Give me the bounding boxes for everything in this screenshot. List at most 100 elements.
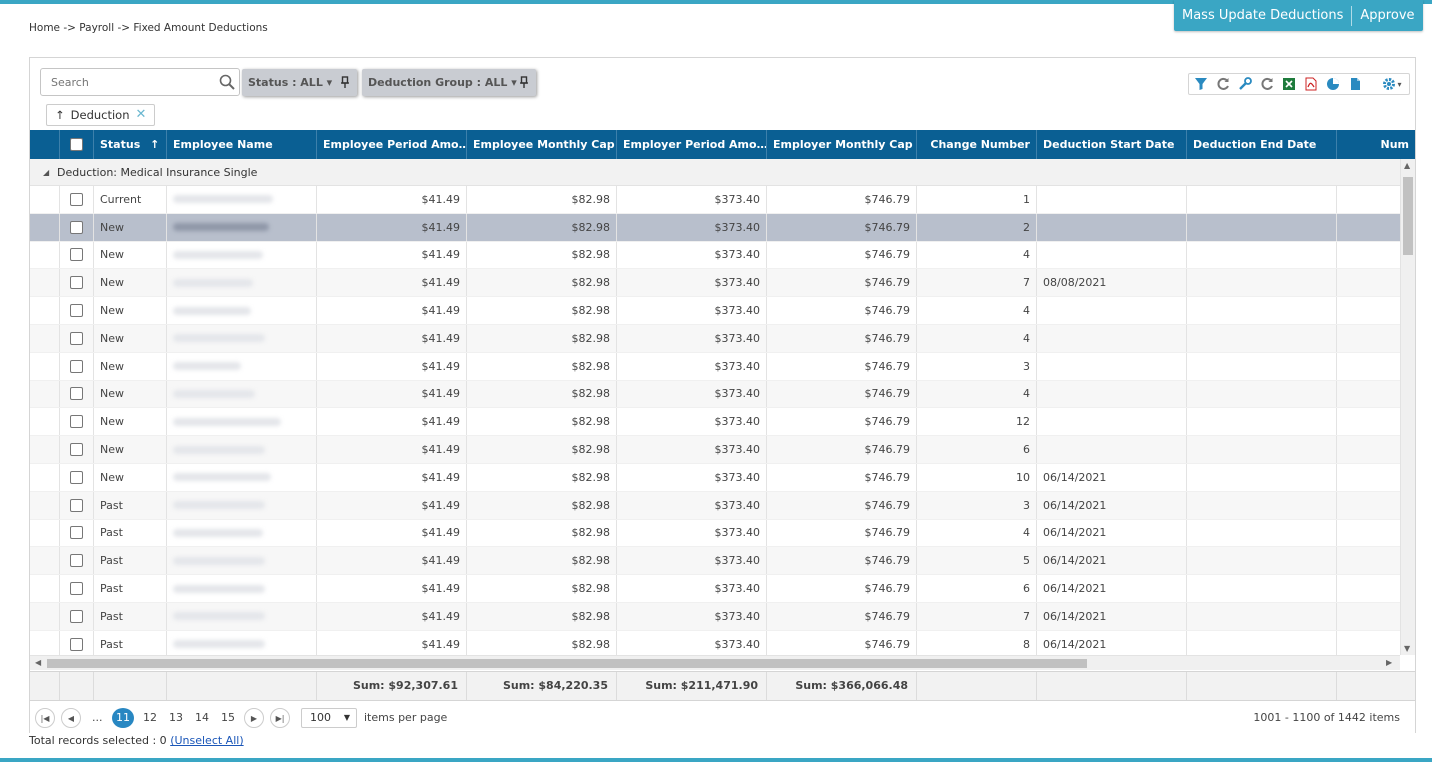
- table-row[interactable]: Past $41.49 $82.98 $373.40 $746.79 3 06/14/202…: [30, 491, 1400, 520]
- table-row[interactable]: New $41.49 $82.98 $373.40 $746.79 2: [30, 213, 1400, 242]
- row-checkbox[interactable]: [70, 582, 83, 596]
- row-select-cell: [59, 325, 93, 352]
- scroll-left-icon[interactable]: ◀: [35, 658, 41, 667]
- row-checkbox[interactable]: [70, 331, 83, 345]
- scroll-down-icon[interactable]: ▼: [1404, 644, 1410, 653]
- employee-monthly-cap-cell: $82.98: [466, 297, 616, 324]
- vertical-scrollbar[interactable]: ▲ ▼: [1400, 159, 1415, 655]
- employer-monthly-cap-cell: $746.79: [766, 436, 916, 463]
- column-header-employer-monthly-cap[interactable]: Employer Monthly Cap: [766, 130, 916, 159]
- deduction-start-date-cell: [1036, 213, 1186, 241]
- page-button-active[interactable]: 11: [112, 708, 134, 728]
- search-input[interactable]: [49, 69, 219, 95]
- scroll-right-icon[interactable]: ▶: [1386, 658, 1392, 667]
- row-checkbox[interactable]: [70, 637, 83, 651]
- scroll-up-icon[interactable]: ▲: [1404, 161, 1410, 170]
- search-icon[interactable]: [219, 74, 235, 90]
- table-row[interactable]: Past $41.49 $82.98 $373.40 $746.79 8 06/14/202…: [30, 630, 1400, 655]
- row-checkbox[interactable]: [70, 415, 83, 429]
- horizontal-scrollbar[interactable]: ◀ ▶: [30, 655, 1400, 670]
- row-checkbox[interactable]: [70, 387, 83, 401]
- table-row[interactable]: New $41.49 $82.98 $373.40 $746.79 4: [30, 241, 1400, 270]
- table-row[interactable]: Past $41.49 $82.98 $373.40 $746.79 4 06/14/202…: [30, 519, 1400, 548]
- close-icon[interactable]: ✕: [136, 105, 147, 125]
- select-all-checkbox[interactable]: [70, 138, 83, 151]
- approve-button[interactable]: Approve: [1352, 0, 1422, 31]
- deduction-group-filter-chip[interactable]: Deduction Group : ALL ▾: [362, 69, 536, 96]
- employee-name-cell: [166, 269, 316, 297]
- mass-update-deductions-button[interactable]: Mass Update Deductions: [1174, 0, 1351, 31]
- unselect-all-link[interactable]: (Unselect All): [170, 734, 243, 747]
- table-row[interactable]: New $41.49 $82.98 $373.40 $746.79 3: [30, 352, 1400, 381]
- table-row[interactable]: New $41.49 $82.98 $373.40 $746.79 7 08/08/2021: [30, 269, 1400, 298]
- next-page-button[interactable]: ▶: [244, 708, 264, 728]
- column-header-deduction-end-date[interactable]: Deduction End Date: [1186, 130, 1336, 159]
- collapse-caret-icon[interactable]: ◢: [43, 159, 49, 186]
- employee-name-cell: [166, 325, 316, 352]
- row-checkbox[interactable]: [70, 554, 83, 568]
- group-indent-header: [30, 130, 59, 159]
- row-checkbox[interactable]: [70, 470, 83, 484]
- row-checkbox[interactable]: [70, 220, 83, 234]
- document-icon[interactable]: [1346, 75, 1364, 93]
- row-checkbox[interactable]: [70, 359, 83, 373]
- pin-icon[interactable]: [520, 69, 528, 106]
- page-size-select[interactable]: 100 ▼: [301, 708, 357, 728]
- wrench-icon[interactable]: [1236, 75, 1254, 93]
- row-checkbox[interactable]: [70, 192, 83, 206]
- chart-icon[interactable]: [1324, 75, 1342, 93]
- column-header-employee-period-amount[interactable]: Employee Period Amo…: [316, 130, 466, 159]
- pin-icon[interactable]: [341, 69, 349, 106]
- filter-icon[interactable]: [1192, 75, 1210, 93]
- excel-icon[interactable]: [1280, 75, 1298, 93]
- column-header-employee-name[interactable]: Employee Name: [166, 130, 316, 159]
- group-row[interactable]: ◢ Deduction: Medical Insurance Single: [30, 159, 1400, 186]
- row-checkbox[interactable]: [70, 498, 83, 512]
- group-by-chip[interactable]: ↑ Deduction ✕: [46, 104, 156, 126]
- previous-page-button[interactable]: ◀: [61, 708, 81, 728]
- row-checkbox[interactable]: [70, 248, 83, 262]
- table-row[interactable]: Past $41.49 $82.98 $373.40 $746.79 5 06/14/202…: [30, 547, 1400, 576]
- num-cell: [1336, 491, 1400, 519]
- status-filter-chip[interactable]: Status : ALL ▾: [242, 69, 357, 96]
- table-row[interactable]: New $41.49 $82.98 $373.40 $746.79 6: [30, 436, 1400, 464]
- table-row[interactable]: Past $41.49 $82.98 $373.40 $746.79 7 06/14/202…: [30, 603, 1400, 631]
- row-checkbox[interactable]: [70, 443, 83, 457]
- employee-name-cell: [166, 213, 316, 241]
- column-header-change-number[interactable]: Change Number: [916, 130, 1036, 159]
- page-ellipsis[interactable]: ...: [92, 708, 103, 728]
- deduction-end-date-cell: [1186, 241, 1336, 269]
- table-row[interactable]: New $41.49 $82.98 $373.40 $746.79 4: [30, 297, 1400, 325]
- row-checkbox[interactable]: [70, 276, 83, 290]
- group-indent-cell: [30, 186, 59, 213]
- column-header-status[interactable]: Status ↑: [93, 130, 166, 159]
- gear-icon[interactable]: ▾: [1378, 75, 1406, 93]
- row-checkbox[interactable]: [70, 304, 83, 318]
- refresh-icon[interactable]: [1214, 75, 1232, 93]
- page-button[interactable]: 14: [195, 708, 209, 728]
- employer-period-amount-cell: $373.40: [616, 297, 766, 324]
- column-header-employer-period-amount[interactable]: Employer Period Amo…: [616, 130, 766, 159]
- page-button[interactable]: 15: [221, 708, 235, 728]
- column-header-employee-monthly-cap[interactable]: Employee Monthly Cap: [466, 130, 616, 159]
- last-page-button[interactable]: ▶|: [270, 708, 290, 728]
- table-row[interactable]: New $41.49 $82.98 $373.40 $746.79 12: [30, 408, 1400, 437]
- column-header-num[interactable]: Num: [1336, 130, 1415, 159]
- table-row[interactable]: Past $41.49 $82.98 $373.40 $746.79 6 06/14/202…: [30, 575, 1400, 603]
- status-cell: Past: [93, 630, 166, 655]
- page-button[interactable]: 13: [169, 708, 183, 728]
- table-row[interactable]: New $41.49 $82.98 $373.40 $746.79 10 06/14/202…: [30, 464, 1400, 492]
- horizontal-scroll-thumb[interactable]: [47, 659, 1087, 668]
- employee-period-amount-cell: $41.49: [316, 630, 466, 655]
- column-header-deduction-start-date[interactable]: Deduction Start Date: [1036, 130, 1186, 159]
- first-page-button[interactable]: |◀: [35, 708, 55, 728]
- table-row[interactable]: New $41.49 $82.98 $373.40 $746.79 4: [30, 380, 1400, 409]
- vertical-scroll-thumb[interactable]: [1403, 177, 1413, 255]
- row-checkbox[interactable]: [70, 609, 83, 623]
- table-row[interactable]: Current $41.49 $82.98 $373.40 $746.79 1: [30, 186, 1400, 214]
- table-row[interactable]: New $41.49 $82.98 $373.40 $746.79 4: [30, 325, 1400, 353]
- row-checkbox[interactable]: [70, 526, 83, 540]
- pdf-icon[interactable]: [1302, 75, 1320, 93]
- refresh-icon[interactable]: [1258, 75, 1276, 93]
- page-button[interactable]: 12: [143, 708, 157, 728]
